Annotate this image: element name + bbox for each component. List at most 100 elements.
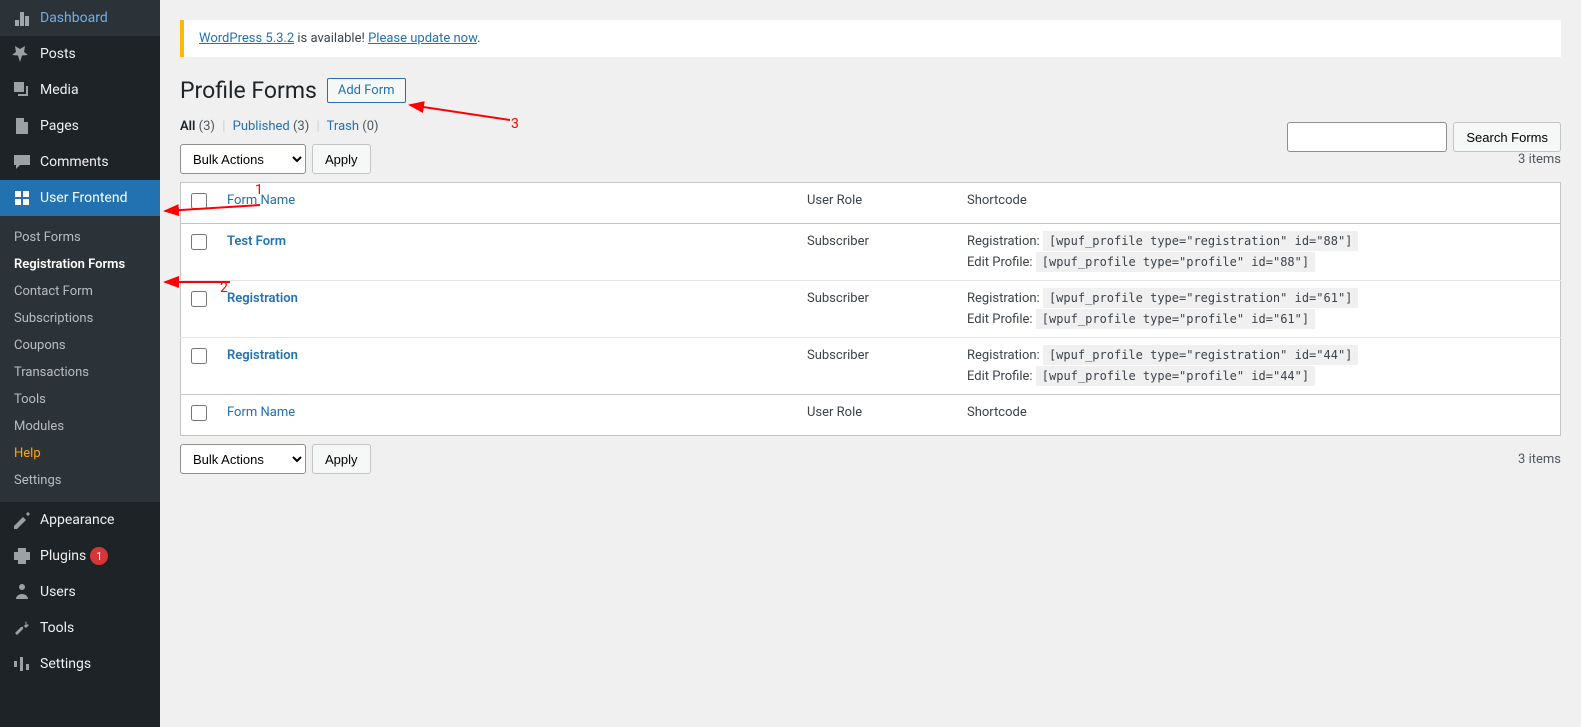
- form-link[interactable]: Test Form: [227, 234, 286, 249]
- shortcode-reg-label: Registration:: [967, 234, 1040, 249]
- filter-trash[interactable]: Trash: [327, 119, 359, 134]
- row-role: Subscriber: [797, 224, 957, 281]
- search-input[interactable]: [1287, 122, 1447, 152]
- sidebar-label: Settings: [40, 656, 91, 672]
- users-icon: [12, 582, 32, 602]
- shortcode-edit[interactable]: [wpuf_profile type="profile" id="44"]: [1036, 366, 1315, 386]
- select-all-checkbox-bottom[interactable]: [191, 405, 207, 421]
- admin-sidebar: Dashboard Posts Media Pages Comments Use…: [0, 0, 160, 727]
- submenu-coupons[interactable]: Coupons: [0, 332, 160, 359]
- bulk-apply-button-bottom[interactable]: Apply: [312, 444, 371, 474]
- filter-pub-count: (3): [293, 119, 309, 134]
- submenu-transactions[interactable]: Transactions: [0, 359, 160, 386]
- appearance-icon: [12, 510, 32, 530]
- main-content: WordPress 5.3.2 is available! Please upd…: [160, 20, 1581, 502]
- page-icon: [12, 116, 32, 136]
- comment-icon: [12, 152, 32, 172]
- select-all-checkbox[interactable]: [191, 193, 207, 209]
- notice-suffix: .: [477, 31, 480, 46]
- form-link[interactable]: Registration: [227, 291, 298, 306]
- submenu-subscriptions[interactable]: Subscriptions: [0, 305, 160, 332]
- row-checkbox[interactable]: [191, 291, 207, 307]
- table-row: Registration Subscriber Registration: [w…: [181, 281, 1561, 338]
- shortcode-edit-label: Edit Profile:: [967, 255, 1033, 270]
- sidebar-item-comments[interactable]: Comments: [0, 144, 160, 180]
- sidebar-item-appearance[interactable]: Appearance: [0, 502, 160, 538]
- sidebar-item-user-frontend[interactable]: User Frontend: [0, 180, 160, 216]
- shortcode-reg-label: Registration:: [967, 291, 1040, 306]
- submenu-post-forms[interactable]: Post Forms: [0, 224, 160, 251]
- sidebar-label: Tools: [40, 620, 74, 636]
- settings-icon: [12, 654, 32, 674]
- update-notice: WordPress 5.3.2 is available! Please upd…: [180, 20, 1561, 57]
- page-title: Profile Forms: [180, 77, 317, 104]
- col-form-name[interactable]: Form Name: [217, 183, 797, 224]
- submenu-settings[interactable]: Settings: [0, 467, 160, 494]
- dashboard-icon: [12, 8, 32, 28]
- forms-table: Form Name User Role Shortcode Test Form …: [180, 182, 1561, 436]
- update-badge: 1: [90, 547, 108, 565]
- plugin-icon: [12, 546, 32, 566]
- submenu-tools[interactable]: Tools: [0, 386, 160, 413]
- filter-published[interactable]: Published: [233, 119, 290, 134]
- add-form-button[interactable]: Add Form: [327, 78, 406, 103]
- shortcode-edit[interactable]: [wpuf_profile type="profile" id="88"]: [1036, 252, 1315, 272]
- shortcode-reg[interactable]: [wpuf_profile type="registration" id="61…: [1043, 288, 1358, 308]
- submenu-help[interactable]: Help: [0, 440, 160, 467]
- filter-all[interactable]: All: [180, 119, 195, 134]
- sidebar-label: Plugins: [40, 548, 86, 564]
- col-form-name[interactable]: Form Name: [217, 395, 797, 436]
- sidebar-item-posts[interactable]: Posts: [0, 36, 160, 72]
- submenu-contact-form[interactable]: Contact Form: [0, 278, 160, 305]
- col-shortcode: Shortcode: [957, 395, 1561, 436]
- shortcode-reg[interactable]: [wpuf_profile type="registration" id="44…: [1043, 345, 1358, 365]
- tools-icon: [12, 618, 32, 638]
- sidebar-label: Media: [40, 82, 79, 98]
- items-count-bottom: 3 items: [1518, 452, 1561, 467]
- bulk-actions-select[interactable]: Bulk Actions: [180, 144, 306, 174]
- col-user-role: User Role: [797, 395, 957, 436]
- table-row: Registration Subscriber Registration: [w…: [181, 338, 1561, 395]
- search-button[interactable]: Search Forms: [1453, 122, 1561, 152]
- submenu-modules[interactable]: Modules: [0, 413, 160, 440]
- submenu-registration-forms[interactable]: Registration Forms: [0, 251, 160, 278]
- sidebar-item-tools[interactable]: Tools: [0, 610, 160, 646]
- sidebar-item-pages[interactable]: Pages: [0, 108, 160, 144]
- bulk-apply-button[interactable]: Apply: [312, 144, 371, 174]
- sidebar-label: Pages: [40, 118, 79, 134]
- row-checkbox[interactable]: [191, 348, 207, 364]
- col-shortcode: Shortcode: [957, 183, 1561, 224]
- sidebar-label: Appearance: [40, 512, 114, 528]
- shortcode-edit-label: Edit Profile:: [967, 369, 1033, 384]
- sidebar-submenu: Post Forms Registration Forms Contact Fo…: [0, 216, 160, 502]
- shortcode-reg[interactable]: [wpuf_profile type="registration" id="88…: [1043, 231, 1358, 251]
- media-icon: [12, 80, 32, 100]
- sidebar-item-media[interactable]: Media: [0, 72, 160, 108]
- sidebar-item-plugins[interactable]: Plugins 1: [0, 538, 160, 574]
- row-checkbox[interactable]: [191, 234, 207, 250]
- form-link[interactable]: Registration: [227, 348, 298, 363]
- sidebar-item-users[interactable]: Users: [0, 574, 160, 610]
- sidebar-label: Users: [40, 584, 76, 600]
- shortcode-edit-label: Edit Profile:: [967, 312, 1033, 327]
- table-row: Test Form Subscriber Registration: [wpuf…: [181, 224, 1561, 281]
- frontend-icon: [12, 188, 32, 208]
- sidebar-label: Dashboard: [40, 10, 108, 26]
- notice-text: is available!: [294, 31, 368, 46]
- row-role: Subscriber: [797, 281, 957, 338]
- sidebar-label: User Frontend: [40, 190, 127, 206]
- filter-trash-count: (0): [362, 119, 378, 134]
- filter-all-count: (3): [199, 119, 215, 134]
- search-box: Search Forms: [1287, 122, 1561, 152]
- sidebar-label: Comments: [40, 154, 109, 170]
- shortcode-reg-label: Registration:: [967, 348, 1040, 363]
- sidebar-item-settings[interactable]: Settings: [0, 646, 160, 682]
- wp-version-link[interactable]: WordPress 5.3.2: [199, 31, 294, 46]
- col-user-role: User Role: [797, 183, 957, 224]
- shortcode-edit[interactable]: [wpuf_profile type="profile" id="61"]: [1036, 309, 1315, 329]
- items-count: 3 items: [1518, 152, 1561, 167]
- pin-icon: [12, 44, 32, 64]
- sidebar-item-dashboard[interactable]: Dashboard: [0, 0, 160, 36]
- update-now-link[interactable]: Please update now: [368, 31, 477, 46]
- bulk-actions-select-bottom[interactable]: Bulk Actions: [180, 444, 306, 474]
